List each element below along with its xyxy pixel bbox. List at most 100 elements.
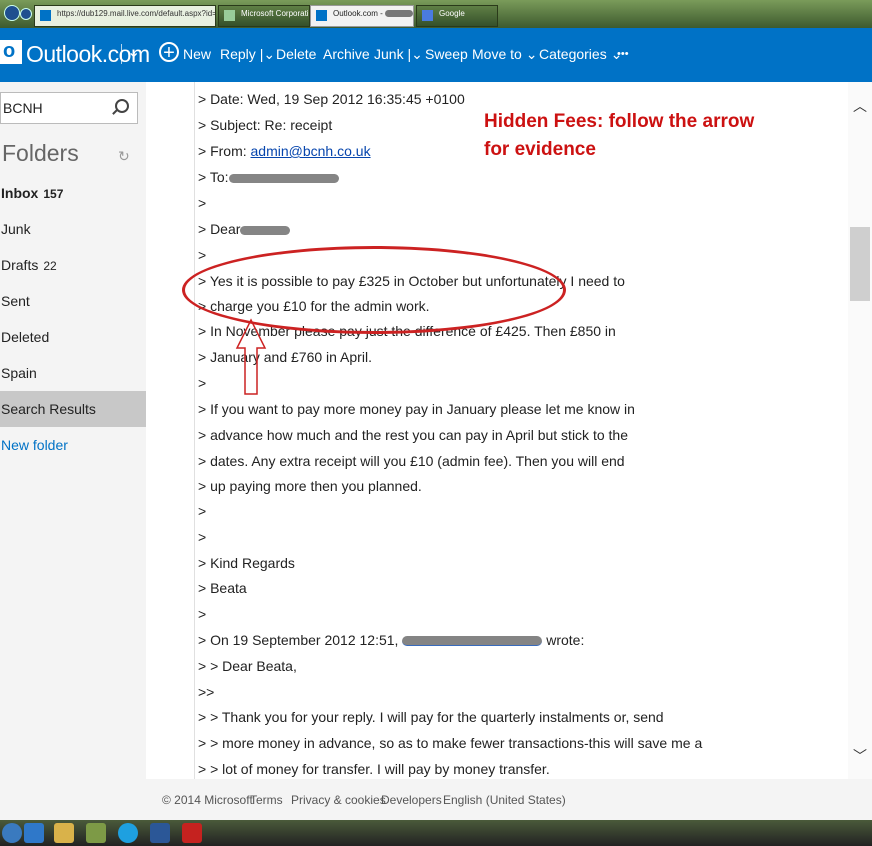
search-value: BCNH [3, 100, 43, 116]
quote-blank: > [198, 529, 207, 545]
new-button[interactable]: New [183, 46, 211, 62]
message-line: > advance how much and the rest you can … [198, 427, 628, 443]
message-from: > From: admin@bcnh.co.uk [198, 142, 371, 160]
quoted-date: > On 19 September 2012 12:51, [198, 632, 399, 648]
tab-label: Outlook.com - [333, 9, 383, 18]
folder-item-spain[interactable]: Spain [0, 355, 146, 391]
categories-button[interactable]: Categories ⌄ [539, 46, 622, 63]
browser-tab-google[interactable]: Google [416, 5, 498, 27]
browser-tab-outlook[interactable]: Outlook.com - × [310, 5, 414, 27]
annotation-callout: Hidden Fees: follow the arrow for eviden… [484, 108, 814, 164]
folder-label: Sent [1, 293, 30, 309]
browser-tab-microsoft[interactable]: Microsoft Corporation [... [218, 5, 310, 27]
address-text: https://dub129.mail.live.com/default.asp… [57, 9, 215, 18]
chevron-down-icon[interactable]: ⌄ [411, 46, 423, 62]
quoted-line: > > Thank you for your reply. I will pay… [198, 709, 664, 725]
divider [121, 44, 122, 64]
tab-label: Microsoft Corporation [... [241, 9, 309, 18]
message-greeting: > Dear [198, 220, 291, 238]
redaction [402, 636, 543, 647]
delete-button[interactable]: Delete [276, 46, 316, 62]
new-folder-link[interactable]: New folder [0, 427, 146, 463]
quoted-wrote: wrote: [546, 632, 585, 648]
word-icon[interactable] [150, 823, 170, 843]
message-date: > Date: Wed, 19 Sep 2012 16:35:45 +0100 [198, 91, 465, 107]
page-footer: © 2014 Microsoft Terms Privacy & cookies… [146, 779, 872, 820]
redaction [384, 10, 413, 18]
message-line: > dates. Any extra receipt will you £10 … [198, 453, 625, 469]
folder-label: Spain [1, 365, 37, 381]
folder-item-search-results[interactable]: Search Results [0, 391, 146, 427]
folder-item-sent[interactable]: Sent [0, 283, 146, 319]
folder-item-drafts[interactable]: Drafts 22 [0, 247, 146, 283]
unread-count: 157 [43, 187, 64, 201]
back-icon[interactable] [4, 5, 20, 21]
plus-icon[interactable]: + [159, 42, 179, 63]
lock-icon [224, 10, 235, 21]
draft-count: 22 [43, 259, 57, 273]
reply-label: Reply [220, 46, 256, 62]
folder-label: Inbox [1, 185, 39, 201]
developers-link[interactable]: Developers [381, 793, 442, 807]
folder-label: Drafts [1, 257, 39, 273]
more-actions-button[interactable]: ••• [617, 48, 629, 60]
refresh-icon[interactable]: ↻ [118, 148, 130, 165]
move-to-button[interactable]: Move to ⌄ [472, 46, 537, 63]
start-icon[interactable] [2, 823, 22, 843]
quoted-line: > > lot of money for transfer. I will pa… [198, 761, 550, 777]
search-input[interactable]: BCNH [0, 92, 138, 124]
archive-button[interactable]: Archive [323, 46, 370, 62]
message-line: > If you want to pay more money pay in J… [198, 401, 635, 417]
folders-heading: Folders [2, 140, 79, 166]
outlook-header: Outlook.com ⌄ + New Reply |⌄ Delete Arch… [0, 28, 872, 82]
pdf-icon[interactable] [182, 823, 202, 843]
reply-button[interactable]: Reply |⌄ [220, 46, 275, 63]
quoted-line: > > Dear Beata, [198, 658, 297, 674]
browser-tab-strip: https://dub129.mail.live.com/default.asp… [0, 0, 872, 28]
from-email-link[interactable]: admin@bcnh.co.uk [251, 143, 371, 159]
search-icon[interactable] [115, 99, 129, 113]
folder-item-inbox[interactable]: Inbox 157 [0, 175, 146, 211]
skype-icon[interactable] [118, 823, 138, 843]
message-line: > up paying more then you planned. [198, 478, 422, 494]
copyright-text: © 2014 Microsoft [162, 793, 253, 807]
divider [194, 82, 195, 779]
page-icon [40, 10, 51, 21]
outlook-logo-icon [0, 40, 22, 64]
categories-label: Categories [539, 46, 607, 62]
explorer-icon[interactable] [54, 823, 74, 843]
scrollbar[interactable]: ︿ ﹀ [848, 82, 872, 779]
quoted-line: >> [198, 684, 215, 700]
app-icon[interactable] [86, 823, 106, 843]
address-bar[interactable]: https://dub129.mail.live.com/default.asp… [34, 5, 216, 27]
quote-blank: > [198, 503, 207, 519]
chevron-down-icon[interactable]: ﹀ [853, 746, 867, 766]
quote-blank: > [198, 195, 207, 211]
chevron-up-icon[interactable]: ︿ [853, 96, 867, 116]
message-to: > To: [198, 168, 339, 186]
annotation-line: Hidden Fees: follow the arrow [484, 111, 755, 132]
scroll-thumb[interactable] [850, 227, 870, 301]
folder-item-deleted[interactable]: Deleted [0, 319, 146, 355]
message-line: > January and £760 in April. [198, 349, 372, 365]
google-icon [422, 10, 433, 21]
chevron-down-icon: ⌄ [525, 46, 538, 62]
quote-blank: > [198, 606, 207, 622]
chevron-down-icon[interactable]: ⌄ [127, 42, 140, 62]
chevron-down-icon[interactable]: ⌄ [263, 46, 275, 62]
language-link[interactable]: English (United States) [443, 793, 566, 807]
reading-pane: > Date: Wed, 19 Sep 2012 16:35:45 +0100 … [146, 82, 872, 779]
sweep-button[interactable]: Sweep [425, 46, 468, 62]
folder-label: New folder [1, 437, 68, 453]
from-label: > From: [198, 143, 251, 159]
junk-label: Junk [374, 46, 404, 62]
ie-icon[interactable] [24, 823, 44, 843]
message-subject: > Subject: Re: receipt [198, 117, 333, 133]
terms-link[interactable]: Terms [250, 793, 283, 807]
privacy-link[interactable]: Privacy & cookies [291, 793, 386, 807]
junk-button[interactable]: Junk |⌄ [374, 46, 423, 63]
to-label: > To: [198, 169, 229, 185]
folder-item-junk[interactable]: Junk [0, 211, 146, 247]
quoted-line: > > more money in advance, so as to make… [198, 735, 703, 751]
forward-icon[interactable] [20, 8, 32, 20]
